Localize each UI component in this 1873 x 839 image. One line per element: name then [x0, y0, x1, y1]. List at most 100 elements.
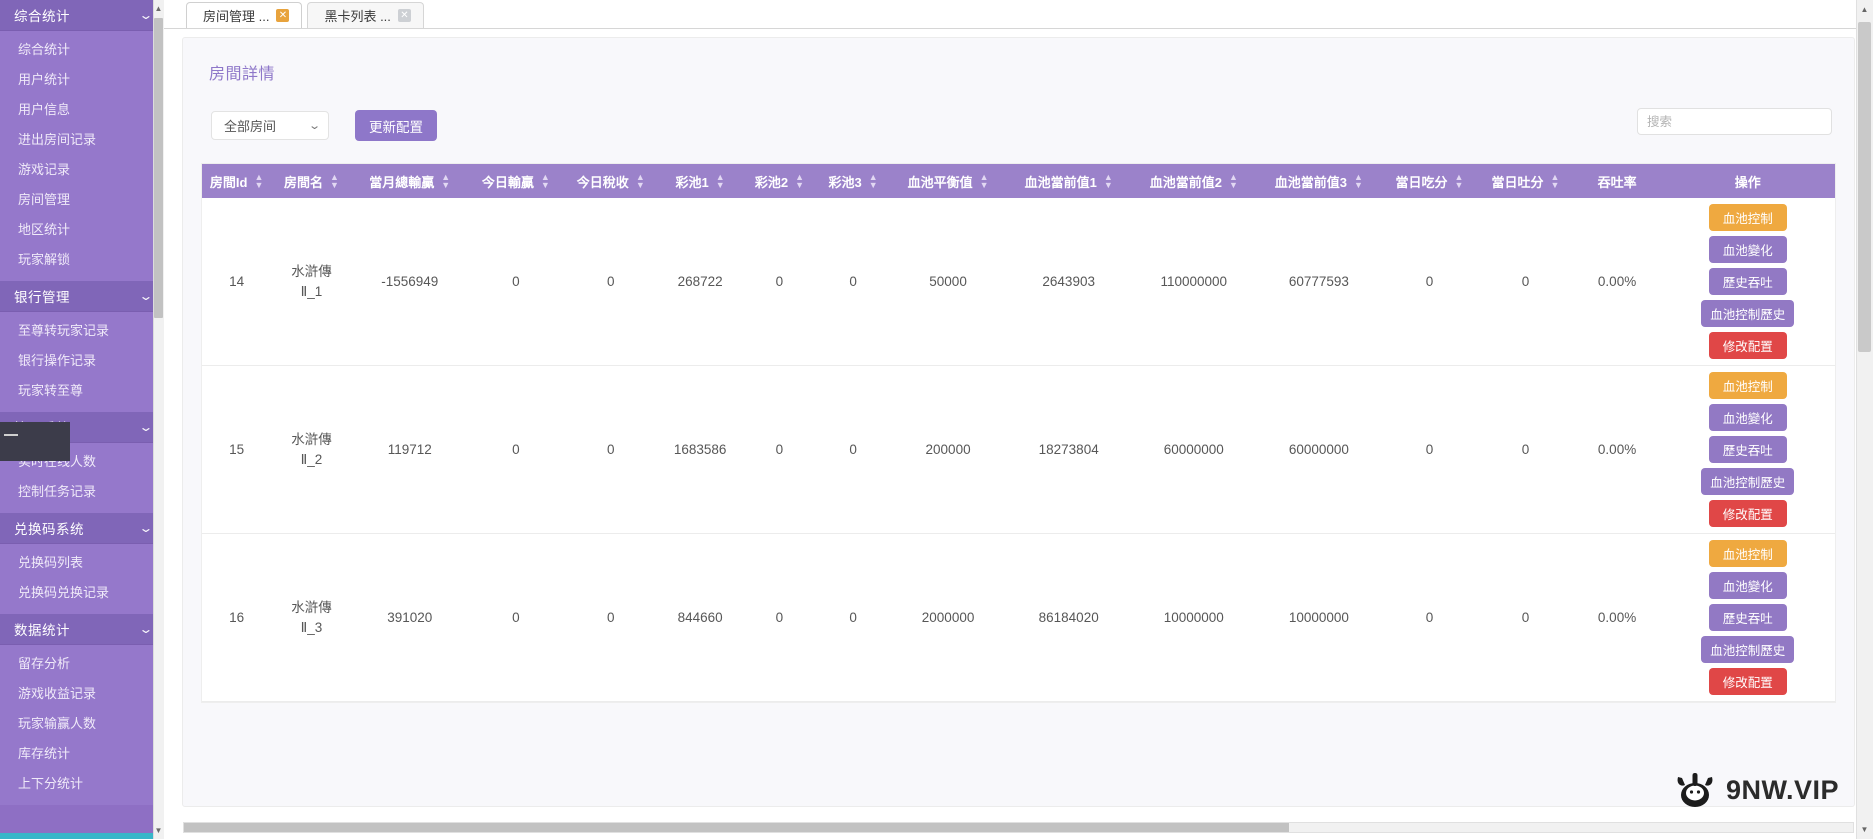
col-header-inner: 血池當前值1▲▼ [1025, 172, 1113, 191]
sidebar-item-3-1[interactable]: 兑换码兑换记录 [0, 578, 164, 608]
cell-balance: 50000 [890, 198, 1006, 366]
action-button-4[interactable]: 修改配置 [1709, 332, 1787, 359]
page-scroll-down-icon[interactable]: ▼ [1858, 822, 1871, 837]
scroll-down-arrow-icon[interactable]: ▼ [154, 824, 163, 837]
sidebar-item-0-7[interactable]: 玩家解锁 [0, 245, 164, 275]
tab-room-management[interactable]: 房间管理 ... ✕ [186, 2, 302, 28]
sidebar-item-2-1[interactable]: 控制任务记录 [0, 477, 164, 507]
table-col-header-12[interactable]: 當日吃分▲▼ [1381, 164, 1477, 198]
table-col-header-11[interactable]: 血池當前值3▲▼ [1256, 164, 1381, 198]
action-button-1[interactable]: 血池變化 [1709, 572, 1787, 599]
table-col-header-1[interactable]: 房間名▲▼ [271, 164, 351, 198]
sort-arrows-icon[interactable]: ▲▼ [254, 173, 263, 189]
action-button-3[interactable]: 血池控制歷史 [1701, 300, 1794, 327]
update-config-button[interactable]: 更新配置 [355, 110, 437, 141]
cell-balance: 200000 [890, 366, 1006, 534]
action-button-3[interactable]: 血池控制歷史 [1701, 636, 1794, 663]
action-button-0[interactable]: 血池控制 [1709, 540, 1787, 567]
sort-arrows-icon[interactable]: ▲▼ [1454, 173, 1463, 189]
cell-current1: 86184020 [1006, 534, 1131, 702]
page-vertical-scrollbar[interactable]: ▲ ▼ [1856, 0, 1873, 839]
action-button-2[interactable]: 歷史吞吐 [1709, 604, 1787, 631]
sort-arrows-icon[interactable]: ▲▼ [1104, 173, 1113, 189]
page-scroll-up-icon[interactable]: ▲ [1858, 2, 1871, 17]
sort-arrows-icon[interactable]: ▲▼ [980, 173, 989, 189]
action-button-4[interactable]: 修改配置 [1709, 668, 1787, 695]
sidebar-item-1-0[interactable]: 至尊转玩家记录 [0, 316, 164, 346]
sidebar-group-0[interactable]: 综合统计⌄ [0, 0, 164, 31]
action-button-0[interactable]: 血池控制 [1709, 204, 1787, 231]
sort-arrows-icon[interactable]: ▲▼ [636, 173, 645, 189]
sidebar-item-0-1[interactable]: 用户统计 [0, 65, 164, 95]
sort-arrows-icon[interactable]: ▲▼ [1354, 173, 1363, 189]
sidebar-item-4-3[interactable]: 库存统计 [0, 739, 164, 769]
scroll-up-arrow-icon[interactable]: ▲ [154, 2, 163, 15]
sidebar-group-3[interactable]: 兑换码系统⌄ [0, 513, 164, 544]
sidebar-item-0-4[interactable]: 游戏记录 [0, 155, 164, 185]
table-col-header-13[interactable]: 當日吐分▲▼ [1477, 164, 1573, 198]
table-col-header-2[interactable]: 當月總輸贏▲▼ [352, 164, 468, 198]
sidebar-item-1-1[interactable]: 银行操作记录 [0, 346, 164, 376]
sort-arrows-icon[interactable]: ▲▼ [869, 173, 878, 189]
sort-arrows-icon[interactable]: ▲▼ [541, 173, 550, 189]
tab-bar: 房间管理 ... ✕ 黑卡列表 ... ✕ [164, 0, 1873, 29]
sidebar-scrollbar[interactable]: ▲ ▼ [153, 0, 164, 839]
page-vertical-scroll-thumb[interactable] [1858, 22, 1871, 352]
tab-close-icon[interactable]: ✕ [276, 9, 289, 22]
sort-arrows-icon[interactable]: ▲▼ [795, 173, 804, 189]
table-col-header-4[interactable]: 今日稅收▲▼ [564, 164, 658, 198]
action-button-2[interactable]: 歷史吞吐 [1709, 436, 1787, 463]
cell-room-id: 16 [202, 534, 271, 702]
action-button-1[interactable]: 血池變化 [1709, 404, 1787, 431]
sort-arrows-icon[interactable]: ▲▼ [441, 173, 450, 189]
sidebar-item-0-6[interactable]: 地区统计 [0, 215, 164, 245]
room-table: 房間Id▲▼房間名▲▼當月總輸贏▲▼今日輸贏▲▼今日稅收▲▼彩池1▲▼彩池2▲▼… [202, 164, 1835, 702]
room-filter-select[interactable]: 全部房间 ⌄ [211, 111, 329, 140]
sidebar-group-4[interactable]: 数据统计⌄ [0, 614, 164, 645]
sidebar-item-0-3[interactable]: 进出房间记录 [0, 125, 164, 155]
table-col-header-7[interactable]: 彩池3▲▼ [816, 164, 890, 198]
action-button-4[interactable]: 修改配置 [1709, 500, 1787, 527]
table-col-header-0[interactable]: 房間Id▲▼ [202, 164, 271, 198]
sort-arrows-icon[interactable]: ▲▼ [1229, 173, 1238, 189]
sidebar-item-0-0[interactable]: 综合统计 [0, 35, 164, 65]
sidebar-item-1-2[interactable]: 玩家转至尊 [0, 376, 164, 406]
action-button-2[interactable]: 歷史吞吐 [1709, 268, 1787, 295]
table-col-header-6[interactable]: 彩池2▲▼ [743, 164, 817, 198]
sidebar-item-4-0[interactable]: 留存分析 [0, 649, 164, 679]
action-button-3[interactable]: 血池控制歷史 [1701, 468, 1794, 495]
cell-pool1: 268722 [658, 198, 743, 366]
sort-arrows-icon[interactable]: ▲▼ [330, 173, 339, 189]
cell-pool3: 0 [816, 198, 890, 366]
table-col-header-10[interactable]: 血池當前值2▲▼ [1131, 164, 1256, 198]
horizontal-scroll-thumb[interactable] [184, 823, 1289, 832]
horizontal-scrollbar[interactable] [183, 822, 1854, 833]
cell-pool3: 0 [816, 366, 890, 534]
action-button-0[interactable]: 血池控制 [1709, 372, 1787, 399]
sidebar-item-0-2[interactable]: 用户信息 [0, 95, 164, 125]
sidebar-item-0-5[interactable]: 房间管理 [0, 185, 164, 215]
page-title: 房間詳情 [183, 38, 1854, 84]
table-col-header-8[interactable]: 血池平衡值▲▼ [890, 164, 1006, 198]
sidebar-item-4-1[interactable]: 游戏收益记录 [0, 679, 164, 709]
col-header-inner: 當日吃分▲▼ [1395, 172, 1463, 191]
sidebar-item-4-2[interactable]: 玩家输赢人数 [0, 709, 164, 739]
sidebar-item-4-4[interactable]: 上下分统计 [0, 769, 164, 799]
search-input[interactable] [1637, 108, 1832, 135]
sidebar-group-1[interactable]: 银行管理⌄ [0, 281, 164, 312]
sidebar-scroll-thumb[interactable] [154, 18, 163, 318]
table-col-header-3[interactable]: 今日輸贏▲▼ [468, 164, 564, 198]
cell-today-tax: 0 [564, 198, 658, 366]
cell-current3: 60777593 [1256, 198, 1381, 366]
room-filter-value: 全部房间 [224, 116, 276, 135]
table-col-header-5[interactable]: 彩池1▲▼ [658, 164, 743, 198]
tab-label: 房间管理 ... [203, 6, 269, 25]
action-button-1[interactable]: 血池變化 [1709, 236, 1787, 263]
sidebar-item-3-0[interactable]: 兑换码列表 [0, 548, 164, 578]
tab-blackcard-list[interactable]: 黑卡列表 ... ✕ [307, 2, 423, 28]
cell-current1: 2643903 [1006, 198, 1131, 366]
sort-arrows-icon[interactable]: ▲▼ [716, 173, 725, 189]
tab-close-icon[interactable]: ✕ [398, 9, 411, 22]
table-col-header-9[interactable]: 血池當前值1▲▼ [1006, 164, 1131, 198]
sort-arrows-icon[interactable]: ▲▼ [1551, 173, 1560, 189]
